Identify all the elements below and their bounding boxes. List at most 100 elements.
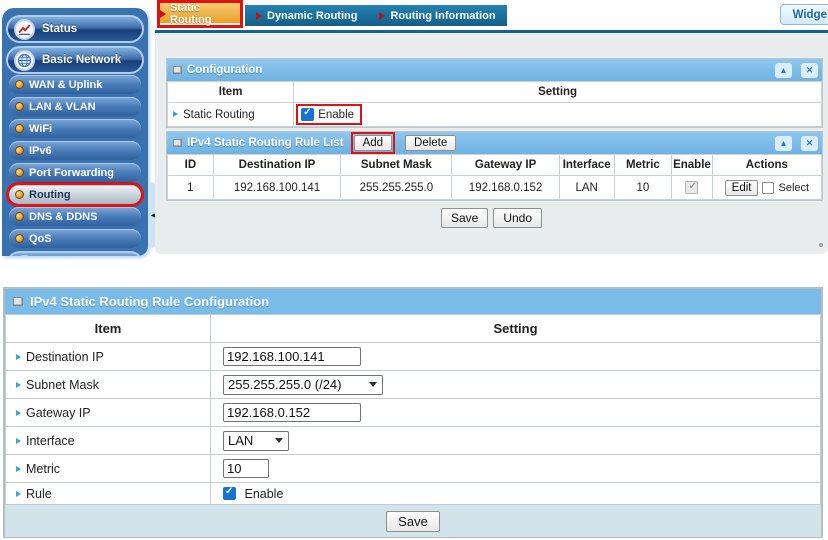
rule-configuration-panel: IPv4 Static Routing Rule Configuration I… xyxy=(3,287,823,538)
cell-id: 1 xyxy=(168,176,214,200)
subnet-mask-value: 255.255.255.0 (/24) xyxy=(228,377,341,392)
tab-static-routing[interactable]: Static Routing xyxy=(157,0,243,28)
table-row: Static Routing Enable xyxy=(168,103,822,127)
sidebar-group-label: Status xyxy=(42,23,77,35)
column-header-destination-ip: Destination IP xyxy=(213,155,341,176)
bullet-icon xyxy=(15,80,24,89)
sidebar-item-label: Port Forwarding xyxy=(29,167,114,179)
field-label-cell: Rule xyxy=(6,483,211,505)
undo-button[interactable]: Undo xyxy=(493,208,542,228)
table-row: Subnet Mask 255.255.255.0 (/24) xyxy=(6,371,821,399)
highlight-box: Add xyxy=(351,132,395,154)
panel-close-button[interactable]: ✕ xyxy=(801,136,818,151)
panel-close-button[interactable]: ✕ xyxy=(801,63,818,78)
cell-metric: 10 xyxy=(614,176,672,200)
field-label: Destination IP xyxy=(26,350,104,364)
field-label-cell: Subnet Mask xyxy=(6,371,211,399)
table-row: Metric xyxy=(6,455,821,483)
column-header-id: ID xyxy=(168,155,214,176)
row-arrow-icon xyxy=(16,491,21,497)
row-arrow-icon xyxy=(16,410,21,416)
panel-window-icon xyxy=(173,66,182,74)
cell-subnet-mask: 255.255.255.0 xyxy=(341,176,452,200)
tab-dynamic-routing[interactable]: Dynamic Routing xyxy=(245,5,368,26)
field-setting-cell xyxy=(211,455,821,483)
sidebar-item-lan-vlan[interactable]: LAN & VLAN xyxy=(9,97,141,116)
table-row: Gateway IP xyxy=(6,399,821,427)
row-arrow-icon xyxy=(16,438,21,444)
tab-label: Dynamic Routing xyxy=(267,10,357,22)
column-header-actions: Actions xyxy=(712,155,821,176)
cell-enable xyxy=(672,176,713,200)
sidebar-item-port-forwarding[interactable]: Port Forwarding xyxy=(9,163,141,182)
edit-button[interactable]: Edit xyxy=(725,180,759,196)
panel-collapse-button[interactable]: ▴ xyxy=(775,63,792,78)
tab-routing-information[interactable]: Routing Information xyxy=(368,5,506,26)
cell-actions: Edit Select xyxy=(712,176,821,200)
sidebar-item-dns-ddns[interactable]: DNS & DDNS xyxy=(9,207,141,226)
bullet-icon xyxy=(15,124,24,133)
widget-button[interactable]: Widge xyxy=(780,4,828,25)
destination-ip-input[interactable] xyxy=(223,347,361,366)
sidebar-item-label: LAN & VLAN xyxy=(29,101,96,113)
column-header-gateway-ip: Gateway IP xyxy=(452,155,559,176)
rule-enabled-checkbox xyxy=(685,181,698,194)
interface-select[interactable]: LAN xyxy=(223,431,289,451)
delete-button[interactable]: Delete xyxy=(405,135,456,151)
select-checkbox[interactable] xyxy=(762,182,774,194)
globe-icon xyxy=(14,50,35,71)
tab-arrow-icon xyxy=(256,12,262,20)
sidebar-item-wifi[interactable]: WiFi xyxy=(9,119,141,138)
sidebar-item-routing[interactable]: Routing xyxy=(9,185,141,204)
subnet-mask-select[interactable]: 255.255.255.0 (/24) xyxy=(223,375,383,395)
column-header-item: Item xyxy=(6,315,211,343)
rule-enable-checkbox[interactable] xyxy=(223,487,236,500)
panel-window-icon xyxy=(173,139,182,147)
column-header-setting: Setting xyxy=(211,315,821,343)
save-button[interactable]: Save xyxy=(441,208,488,228)
sidebar-group-basic-network[interactable]: Basic Network xyxy=(6,46,144,74)
field-setting-cell xyxy=(211,343,821,371)
bullet-icon xyxy=(15,234,24,243)
field-label-cell: Interface xyxy=(6,427,211,455)
sidebar-group-status[interactable]: Status xyxy=(6,15,144,43)
field-setting-cell xyxy=(211,399,821,427)
row-arrow-icon xyxy=(173,111,178,117)
sidebar-item-ipv6[interactable]: IPv6 xyxy=(9,141,141,160)
column-header-interface: Interface xyxy=(559,155,614,176)
bullet-icon xyxy=(15,168,24,177)
bullet-icon xyxy=(15,212,24,221)
column-header-metric: Metric xyxy=(614,155,672,176)
save-button[interactable]: Save xyxy=(386,511,440,532)
add-button[interactable]: Add xyxy=(354,135,392,151)
sidebar-item-label: Routing xyxy=(29,189,71,201)
column-header-subnet-mask: Subnet Mask xyxy=(341,155,452,176)
rule-configuration-table: Item Setting Destination IP Subnet Mask … xyxy=(5,314,821,505)
sidebar: Status Basic Network WAN & Uplink LAN & … xyxy=(2,8,148,256)
select-label: Select xyxy=(778,182,809,194)
cell-interface: LAN xyxy=(559,176,614,200)
metric-input[interactable] xyxy=(223,459,269,478)
row-arrow-icon xyxy=(16,382,21,388)
chevron-down-icon xyxy=(275,438,283,443)
sidebar-item-qos[interactable]: QoS xyxy=(9,229,141,248)
sidebar-item-wan-uplink[interactable]: WAN & Uplink xyxy=(9,75,141,94)
row-arrow-icon xyxy=(16,354,21,360)
config-row-label: Static Routing xyxy=(183,109,255,121)
panel-collapse-button[interactable]: ▴ xyxy=(775,136,792,151)
sidebar-group-object-definition[interactable]: Object Definition xyxy=(6,251,144,256)
field-label-cell: Gateway IP xyxy=(6,399,211,427)
bullet-icon xyxy=(15,102,24,111)
cell-gateway-ip: 192.168.0.152 xyxy=(452,176,559,200)
static-routing-enable-checkbox[interactable] xyxy=(301,108,314,121)
row-arrow-icon xyxy=(16,466,21,472)
config-row-label-cell: Static Routing xyxy=(168,103,294,127)
field-label-cell: Metric xyxy=(6,455,211,483)
tab-label: Routing Information xyxy=(390,10,495,22)
save-undo-row: Save Undo xyxy=(155,208,828,228)
field-label: Gateway IP xyxy=(26,406,91,420)
field-label: Subnet Mask xyxy=(26,378,99,392)
gateway-ip-input[interactable] xyxy=(223,403,361,422)
main-area: Static Routing Dynamic Routing Routing I… xyxy=(155,0,828,256)
tab-arrow-icon xyxy=(379,12,385,20)
